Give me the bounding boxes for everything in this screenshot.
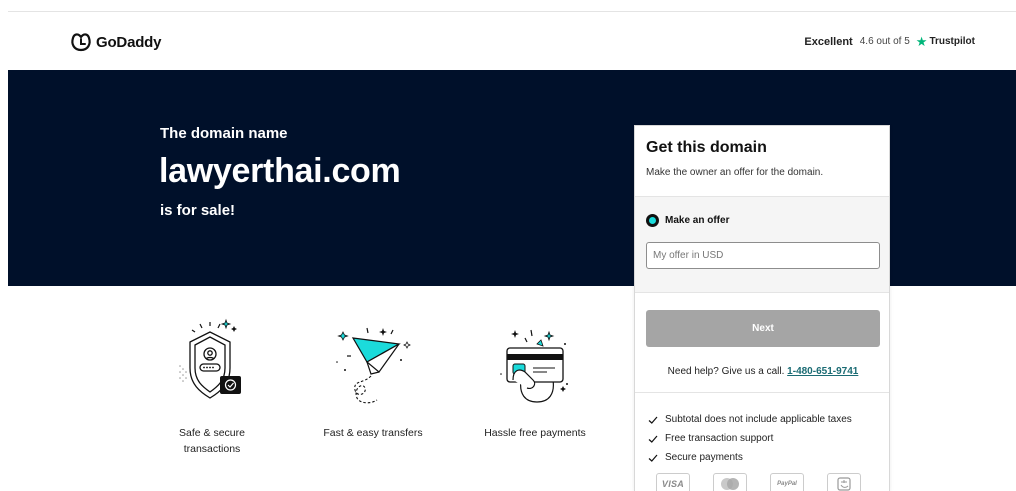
make-offer-label[interactable]: Make an offer xyxy=(665,215,729,226)
card-subtitle: Make the owner an offer for the domain. xyxy=(646,167,824,178)
next-button[interactable]: Next xyxy=(646,310,880,347)
make-offer-radio[interactable] xyxy=(646,214,659,227)
features-row: Safe & secure transactions Fast & easy t… xyxy=(0,286,640,491)
trustpilot-rating[interactable]: Excellent 4.6 out of 5 ★ Trustpilot xyxy=(804,35,975,48)
site-header: GoDaddy Excellent 4.6 out of 5 ★ Trustpi… xyxy=(8,12,1016,70)
feature-transfers: Fast & easy transfers xyxy=(298,286,448,441)
hero-sale-text: is for sale! xyxy=(160,202,236,219)
help-text: Need help? Give us a call. 1-480-651-974… xyxy=(635,366,889,377)
alipay-icon xyxy=(827,473,861,491)
godaddy-logo[interactable]: GoDaddy xyxy=(70,30,161,54)
help-phone-link[interactable]: 1-480-651-9741 xyxy=(787,366,858,377)
benefit-item: Free transaction support xyxy=(648,429,852,448)
domain-name: lawyerthai.com xyxy=(159,152,401,190)
benefits-list: Subtotal does not include applicable tax… xyxy=(648,410,852,467)
paper-plane-icon xyxy=(323,314,423,414)
feature-label-secure: Safe & secure transactions xyxy=(179,427,245,455)
benefit-text: Subtotal does not include applicable tax… xyxy=(665,414,852,425)
trust-brand: Trustpilot xyxy=(929,36,975,47)
offer-section: Make an offer xyxy=(635,196,889,293)
feature-secure: Safe & secure transactions xyxy=(137,286,287,457)
logo-text: GoDaddy xyxy=(96,33,162,51)
help-label: Need help? Give us a call. xyxy=(667,366,785,377)
godaddy-logo-icon xyxy=(71,33,91,52)
feature-label-payments: Hassle free payments xyxy=(484,427,586,439)
shield-user-icon xyxy=(162,314,262,414)
paypal-icon: PayPal xyxy=(770,473,804,491)
check-icon xyxy=(648,416,658,424)
visa-icon: VISA xyxy=(656,473,690,491)
feature-payments: Hassle free payments xyxy=(460,286,610,441)
mastercard-icon xyxy=(713,473,747,491)
benefit-item: Secure payments xyxy=(648,448,852,467)
payment-methods: VISA PayPal xyxy=(656,473,884,491)
card-in-hand-icon xyxy=(485,314,585,414)
check-icon xyxy=(648,435,658,443)
benefit-text: Free transaction support xyxy=(665,433,774,444)
feature-label-transfers: Fast & easy transfers xyxy=(323,427,423,439)
benefit-text: Secure payments xyxy=(665,452,743,463)
card-title: Get this domain xyxy=(646,139,767,156)
card-divider xyxy=(635,392,889,393)
hero-intro: The domain name xyxy=(160,125,288,142)
trust-excellent: Excellent xyxy=(804,35,853,48)
check-icon xyxy=(648,454,658,462)
trustpilot-star-icon: ★ xyxy=(915,34,928,49)
offer-amount-input[interactable] xyxy=(646,242,880,269)
offer-card: Get this domain Make the owner an offer … xyxy=(634,125,890,491)
benefit-item: Subtotal does not include applicable tax… xyxy=(648,410,852,429)
trust-score: 4.6 out of 5 xyxy=(859,36,910,47)
